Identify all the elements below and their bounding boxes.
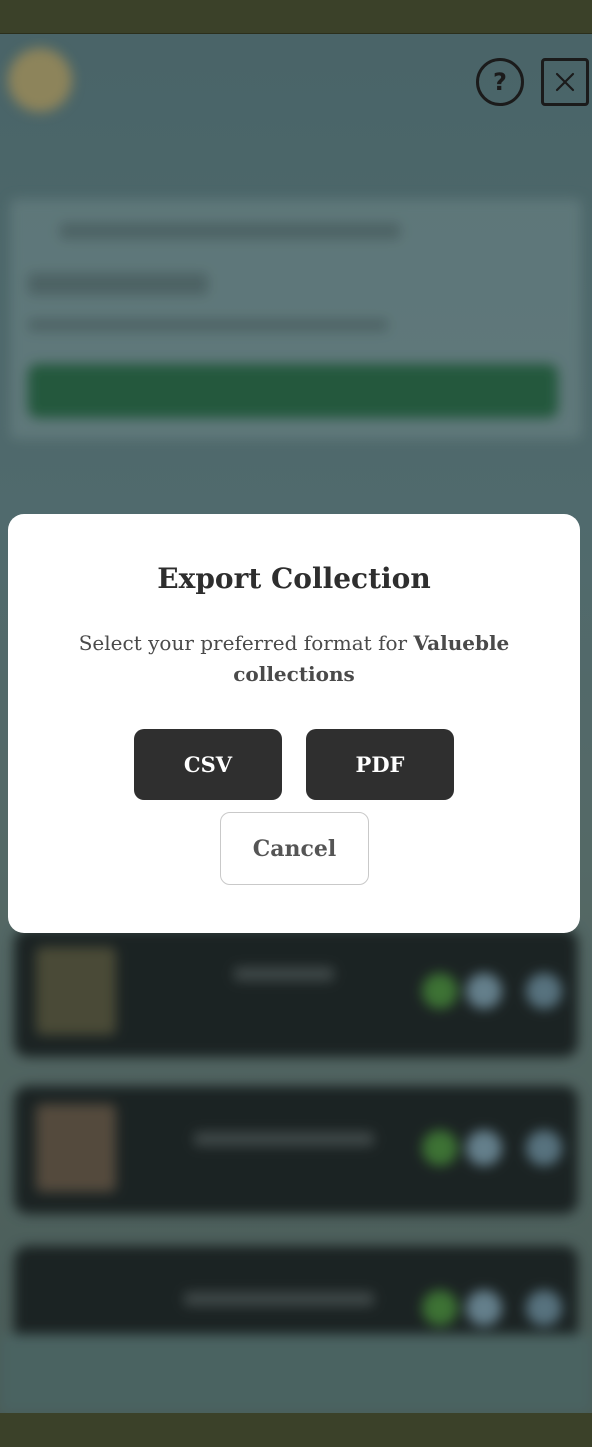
export-csv-button[interactable]: CSV <box>134 729 282 800</box>
dialog-title: Export Collection <box>157 562 431 595</box>
export-pdf-button[interactable]: PDF <box>306 729 454 800</box>
dialog-description: Select your preferred format for Valuebl… <box>68 628 520 690</box>
export-dialog: Export Collection Select your preferred … <box>8 514 580 933</box>
help-button[interactable]: ? <box>476 58 524 106</box>
status-bar <box>0 0 592 34</box>
question-mark-icon: ? <box>493 68 507 96</box>
close-button[interactable] <box>541 58 589 106</box>
system-bar <box>0 1413 592 1447</box>
device-frame: ? Export Collection Select your preferre… <box>0 0 592 1447</box>
close-x-icon <box>555 72 575 92</box>
cancel-button[interactable]: Cancel <box>220 812 369 885</box>
description-text: Select your preferred format for <box>78 631 414 655</box>
